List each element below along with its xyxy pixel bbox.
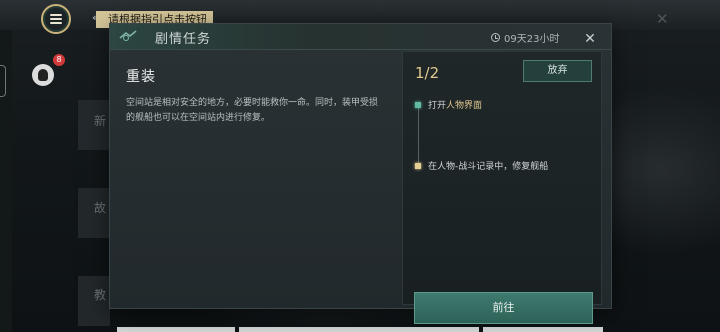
- background-list-item: 故: [94, 201, 107, 215]
- notification-badge: 8: [53, 54, 65, 66]
- qq-avatar[interactable]: [32, 64, 54, 86]
- objective-step-2: 在人物-战斗记录中，修复舰船: [415, 159, 548, 172]
- timer-text: 09天23小时: [504, 34, 560, 45]
- mission-name: 重装: [126, 69, 156, 85]
- mission-emblem-icon: [119, 30, 137, 41]
- step-text: 打开: [428, 101, 447, 111]
- mission-description: 空间站是相对安全的地方，必要时能救你一命。同时，装甲受损的舰船也可以在空间站内进…: [126, 98, 379, 123]
- step-highlight: 人物界面: [446, 101, 483, 111]
- menu-icon: [50, 14, 62, 24]
- close-button[interactable]: ✕: [579, 28, 601, 50]
- main-menu-button[interactable]: [41, 4, 71, 34]
- background-list-item: 新: [94, 114, 107, 128]
- close-icon: ✕: [584, 31, 596, 47]
- story-mission-dialog: 剧情任务 09天23小时 ✕ 重装 空间站是相对安全的地方，必要时能救你一命。同…: [110, 24, 611, 324]
- penguin-icon: [38, 69, 48, 81]
- dialog-title: 剧情任务: [155, 32, 212, 47]
- step-text: 在人物-战斗记录中，修复舰船: [428, 162, 549, 172]
- mission-progress: 1/2: [415, 64, 440, 82]
- bottom-tab[interactable]: [117, 327, 235, 332]
- mission-timer: 09天23小时: [491, 30, 559, 45]
- step-current-icon: [415, 162, 421, 169]
- background-list-item: 教: [94, 288, 107, 302]
- clock-icon: [491, 33, 500, 42]
- bottom-tab[interactable]: [483, 327, 603, 332]
- side-expand-handle[interactable]: [0, 65, 6, 97]
- bottom-tab[interactable]: [239, 327, 479, 332]
- background-close-icon: ✕: [656, 10, 669, 28]
- mission-objectives-panel: 1/2 放弃 打开 人物界面 在人物-战斗记录中，修复舰船 前往: [403, 52, 601, 324]
- go-button[interactable]: 前往: [414, 292, 593, 324]
- objective-step-1: 打开 人物界面: [415, 98, 482, 111]
- abandon-button[interactable]: 放弃: [523, 60, 592, 82]
- step-complete-icon: [415, 101, 421, 108]
- dialog-header: 剧情任务 09天23小时 ✕: [110, 24, 611, 50]
